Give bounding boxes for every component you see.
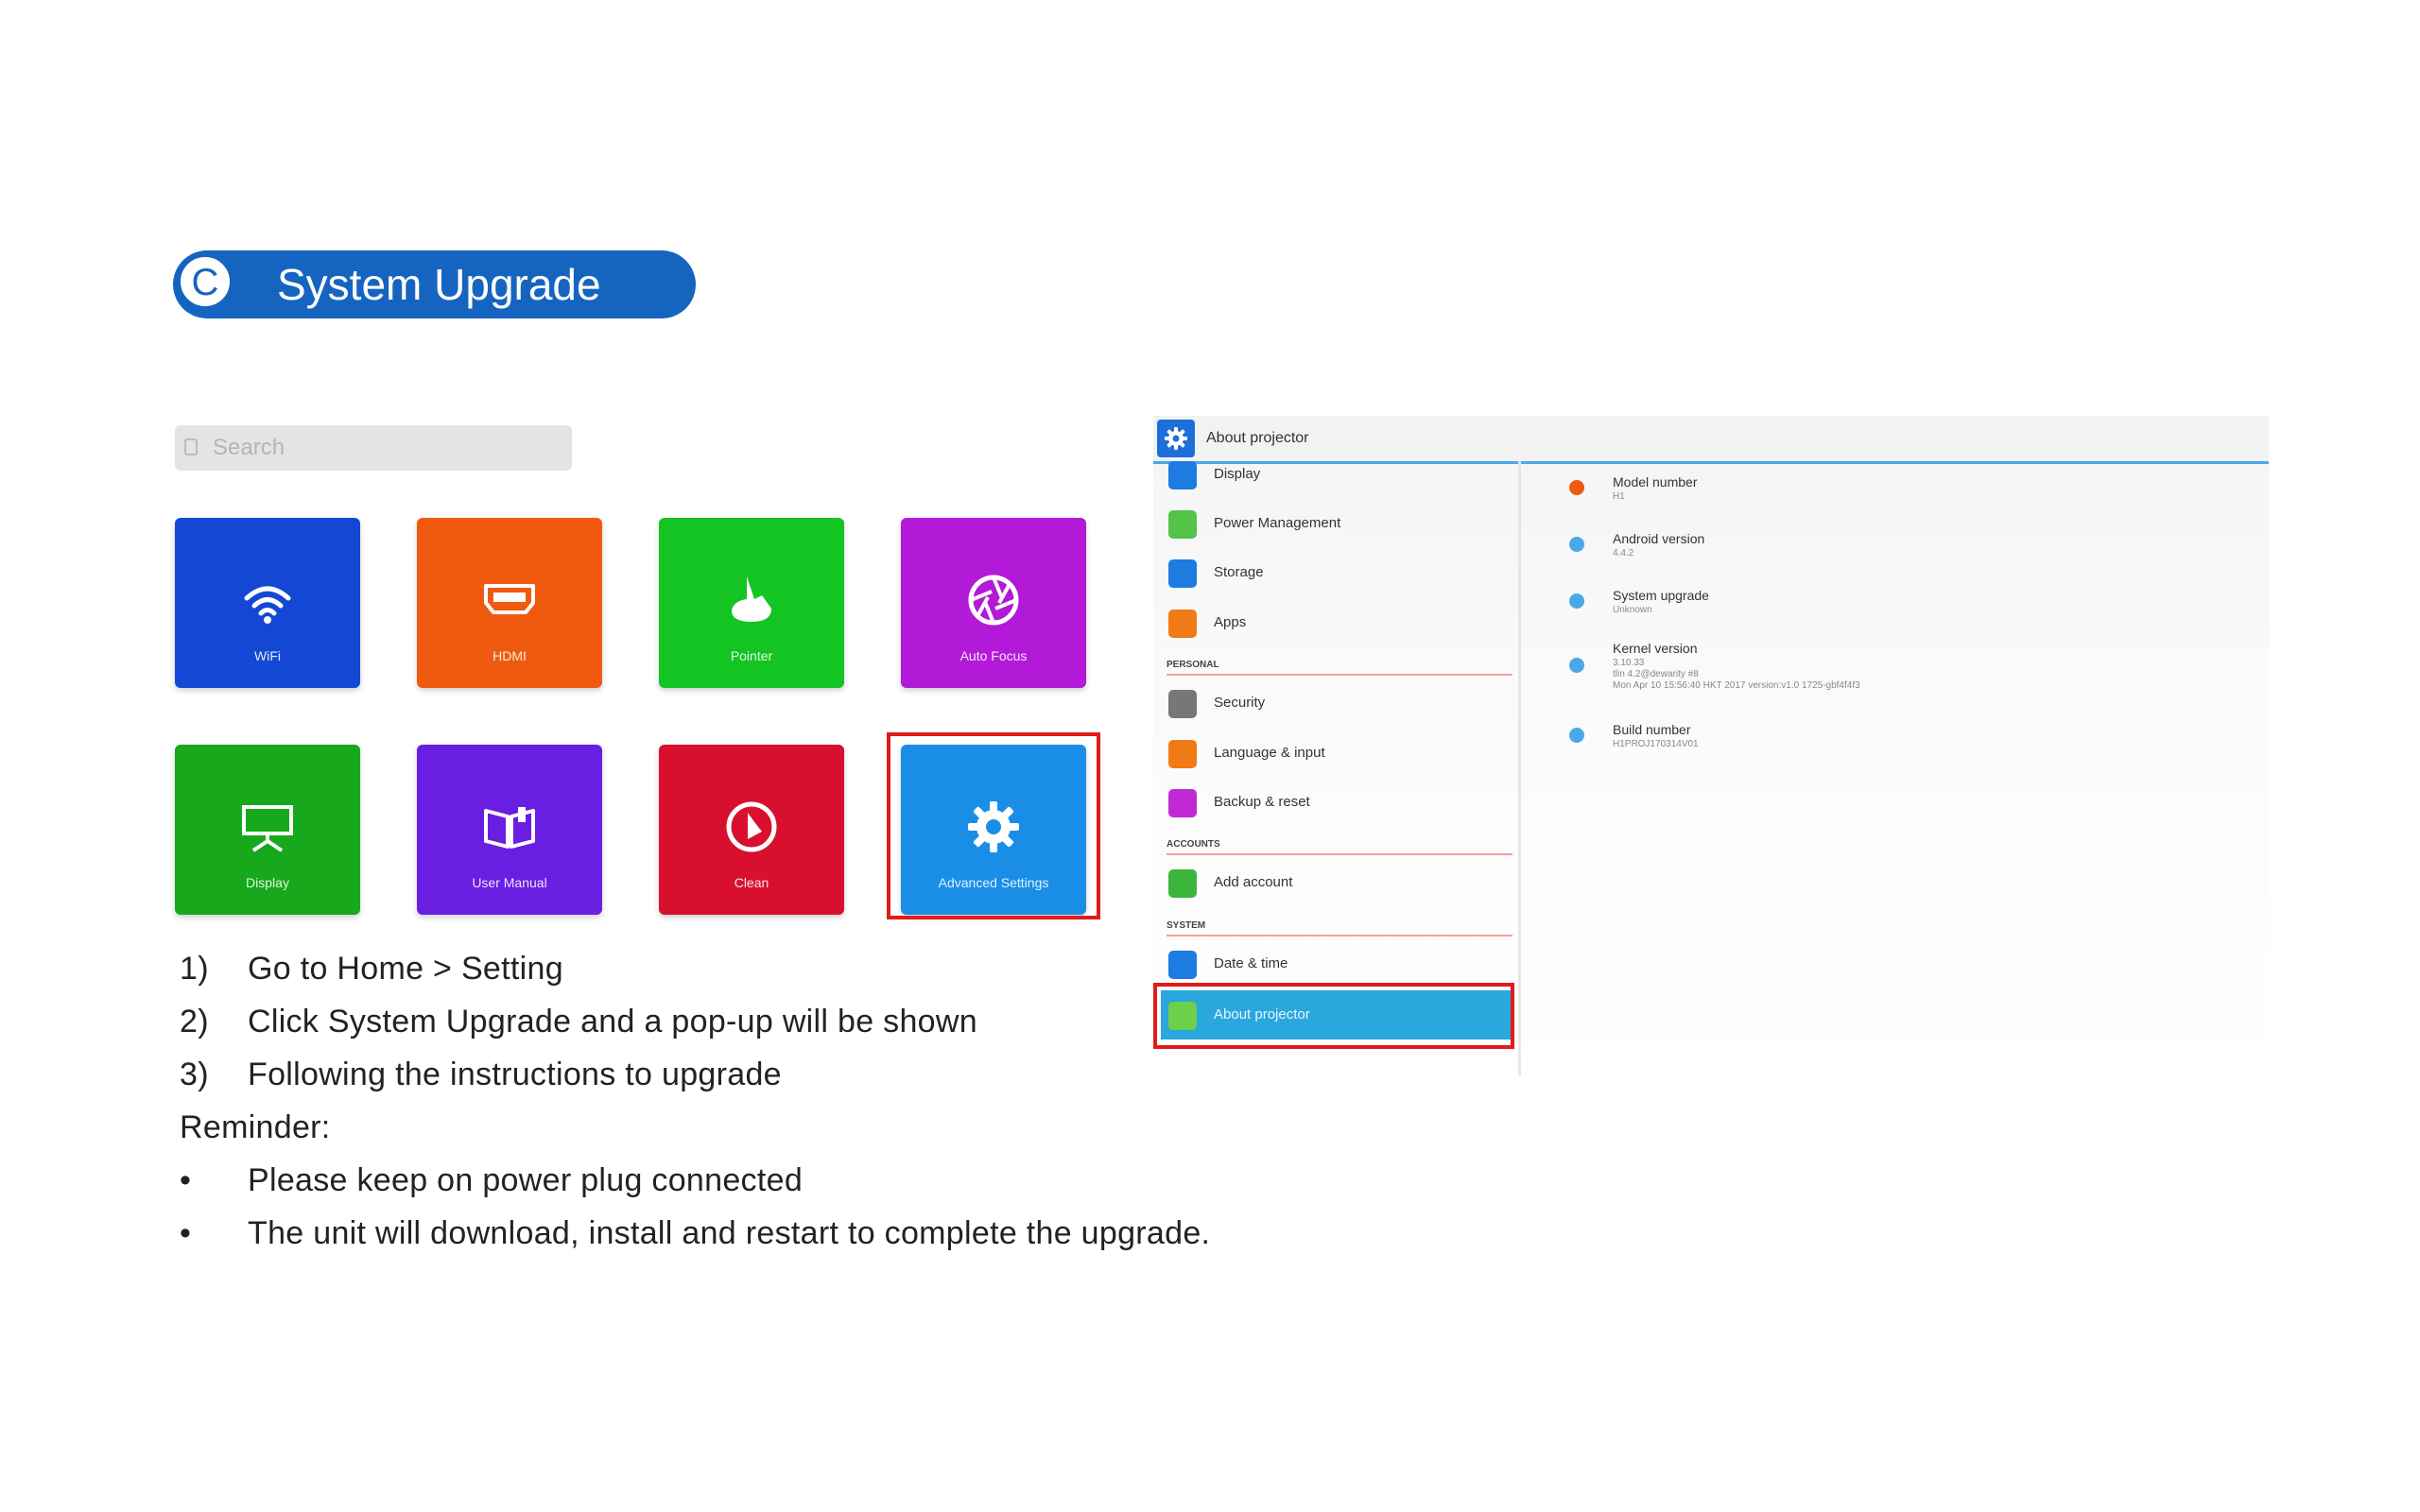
tile-hdmi[interactable]: HDMI <box>417 518 602 688</box>
backup-icon <box>1168 789 1197 817</box>
settings-section-header: ACCOUNTS <box>1167 839 1512 855</box>
info-title: Kernel version <box>1613 641 1698 656</box>
info-value: 4.4.2 <box>1613 548 1634 558</box>
step-text: Go to Home > Setting <box>248 951 563 987</box>
clock-icon <box>1168 951 1197 979</box>
settings-item-label: Apps <box>1214 614 1247 630</box>
settings-item-language[interactable]: Language & input <box>1161 729 1511 778</box>
section-header: C System Upgrade <box>173 250 696 318</box>
tile-label: HDMI <box>493 648 527 663</box>
settings-item-storage[interactable]: Storage <box>1161 548 1511 597</box>
info-title: Model number <box>1613 474 1698 490</box>
tile-label: WiFi <box>254 648 281 663</box>
info-value: H1PROJ170314V01 <box>1613 739 1699 749</box>
step-text: Following the instructions to upgrade <box>248 1057 782 1092</box>
storage-icon <box>1168 559 1197 588</box>
display-icon <box>1168 461 1197 490</box>
section-letter: C <box>178 254 233 309</box>
step-number: 2) <box>180 1004 209 1040</box>
info-value: Mon Apr 10 15:56:40 HKT 2017 version:v1.… <box>1613 680 1860 691</box>
tile-label: Pointer <box>730 648 773 663</box>
info-value: Unknown <box>1613 605 1652 615</box>
tile-label: Auto Focus <box>959 648 1028 663</box>
tile-clean[interactable]: Clean <box>659 745 844 915</box>
info-title: Android version <box>1613 531 1705 546</box>
info-value: 3.10.33 <box>1613 658 1645 668</box>
settings-section-header: SYSTEM <box>1167 920 1512 936</box>
build-icon <box>1569 728 1584 743</box>
search-icon <box>184 438 198 455</box>
search-input[interactable]: Search <box>175 425 572 471</box>
tile-label: User Manual <box>472 875 547 890</box>
clean-icon <box>726 801 777 852</box>
tile-label: Clean <box>734 875 769 890</box>
settings-item-backup[interactable]: Backup & reset <box>1161 778 1511 827</box>
settings-item-label: Language & input <box>1214 745 1325 761</box>
tile-auto-focus[interactable]: Auto Focus <box>901 518 1086 688</box>
aperture-icon <box>968 575 1019 626</box>
battery-icon <box>1168 510 1197 539</box>
settings-section-header: PERSONAL <box>1167 660 1512 676</box>
hdmi-icon <box>484 584 535 614</box>
tile-display[interactable]: Display <box>175 745 360 915</box>
info-value: H1 <box>1613 491 1625 502</box>
step-number: 3) <box>180 1057 209 1092</box>
step-text: Click System Upgrade and a pop-up will b… <box>248 1004 977 1040</box>
settings-item-label: Add account <box>1214 874 1293 890</box>
apps-icon <box>1168 610 1197 638</box>
upgrade-icon <box>1569 593 1584 609</box>
info-title: Build number <box>1613 722 1691 737</box>
settings-item-label: Display <box>1214 466 1261 482</box>
projector-screen-icon <box>242 805 293 852</box>
reminder-title: Reminder: <box>180 1109 331 1145</box>
settings-item-apps[interactable]: Apps <box>1161 598 1511 647</box>
settings-item-label: Power Management <box>1214 515 1341 531</box>
book-icon <box>484 807 535 849</box>
lock-icon <box>1168 690 1197 718</box>
android-icon <box>1569 537 1584 552</box>
kernel-icon <box>1569 658 1584 673</box>
pointer-icon <box>732 576 771 622</box>
model-icon <box>1569 480 1584 495</box>
tile-label: Display <box>246 875 289 890</box>
settings-item-label: Storage <box>1214 564 1264 580</box>
tile-pointer[interactable]: Pointer <box>659 518 844 688</box>
bullet-text: The unit will download, install and rest… <box>248 1215 1211 1251</box>
section-title: System Upgrade <box>277 260 601 309</box>
settings-item-display[interactable]: Display <box>1161 450 1511 499</box>
add-icon <box>1168 869 1197 898</box>
tile-wifi[interactable]: WiFi <box>175 518 360 688</box>
settings-item-label: Backup & reset <box>1214 794 1310 810</box>
search-placeholder: Search <box>213 435 285 460</box>
bullet-mark: • <box>180 1162 192 1198</box>
advanced-settings-highlight <box>887 732 1100 919</box>
info-title: System upgrade <box>1613 588 1709 603</box>
language-icon <box>1168 740 1197 768</box>
settings-item-label: Date & time <box>1214 955 1288 971</box>
settings-item-date-time[interactable]: Date & time <box>1161 939 1511 988</box>
info-value: tlin 4.2@dewarity #8 <box>1613 669 1699 679</box>
bullet-mark: • <box>180 1215 192 1251</box>
step-number: 1) <box>180 951 209 987</box>
settings-item-add-account[interactable]: Add account <box>1161 858 1511 907</box>
tile-user-manual[interactable]: User Manual <box>417 745 602 915</box>
settings-screenshot: About projector Display Power Management… <box>1153 416 2269 1077</box>
wifi-icon <box>244 586 291 624</box>
settings-item-label: Security <box>1214 695 1266 711</box>
bullet-text: Please keep on power plug connected <box>248 1162 804 1198</box>
settings-item-security[interactable]: Security <box>1161 679 1511 728</box>
about-projector-highlight <box>1153 983 1514 1049</box>
settings-item-power[interactable]: Power Management <box>1161 499 1511 548</box>
